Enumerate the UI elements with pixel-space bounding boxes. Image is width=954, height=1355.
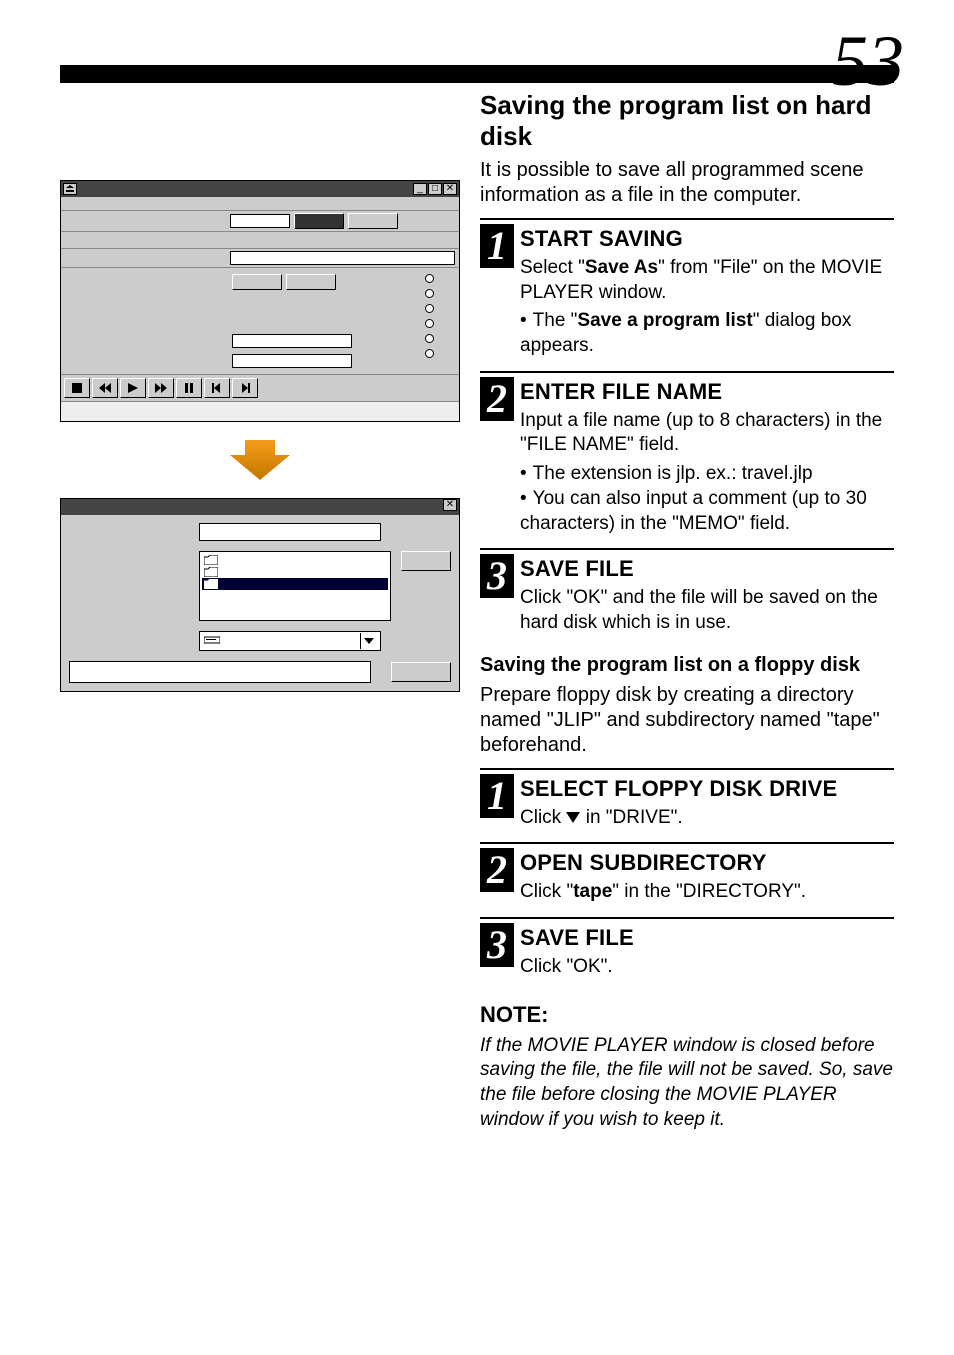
pause-icon[interactable] [176,378,202,398]
mp-radio[interactable] [425,304,434,313]
dir-item-selected[interactable] [202,578,388,590]
mp-input[interactable] [230,214,290,228]
mp-radio[interactable] [425,334,434,343]
drive-icon [204,635,220,648]
note-body: If the MOVIE PLAYER window is closed bef… [480,1034,894,1133]
folder-icon [204,579,218,589]
bold-term: tape [573,881,612,902]
minimize-icon[interactable]: _ [413,183,427,195]
step-block: 3 SAVE FILE Click "OK". [480,917,894,980]
top-black-bar [60,65,894,83]
mp-menubar [61,197,459,211]
mp-radio-group [399,268,459,374]
stop-icon[interactable] [64,378,90,398]
floppy-intro: Prepare floppy disk by creating a direct… [480,683,894,758]
cancel-button[interactable] [391,662,451,682]
step-title: OPEN SUBDIRECTORY [520,850,894,876]
eject-icon[interactable] [63,183,77,195]
mp-field-label [61,211,226,231]
close-icon[interactable]: ✕ [443,499,457,511]
step-number: 1 [480,224,514,268]
step-bullet: The extension is jlp. ex.: travel.jlp [520,462,894,487]
dir-item[interactable] [202,566,388,578]
directory-list[interactable] [199,551,391,621]
chevron-down-icon[interactable] [360,633,376,649]
left-column: _ □ ✕ [60,180,460,692]
file-name-input[interactable] [199,523,381,541]
mp-transport-bar [61,374,459,401]
dir-item[interactable] [202,554,388,566]
drive-label [69,635,189,647]
mp-scene-btn[interactable] [286,274,336,290]
movie-player-window: _ □ ✕ [60,180,460,422]
mp-scene-mid [226,268,399,374]
step-body: Click "OK" and the file will be saved on… [520,586,894,635]
step-body: Input a file name (up to 8 characters) i… [520,409,894,458]
mp-radio[interactable] [425,349,434,358]
maximize-icon[interactable]: □ [428,183,442,195]
right-column: Saving the program list on hard disk It … [480,90,894,1132]
mp-scene-out[interactable] [232,354,352,368]
step-back-icon[interactable] [204,378,230,398]
memo-input[interactable] [69,661,371,683]
step-block: 2 ENTER FILE NAME Input a file name (up … [480,371,894,536]
mp-button[interactable] [348,213,398,229]
step-title: START SAVING [520,226,894,252]
mp-titlebar: _ □ ✕ [61,181,459,197]
step-body: Click in "DRIVE". [520,806,894,831]
mp-scene-btn[interactable] [232,274,282,290]
step-bullet: The "Save a program list" dialog box app… [520,309,894,358]
step-title: ENTER FILE NAME [520,379,894,405]
mp-radio[interactable] [425,274,434,283]
mp-dark-button[interactable] [294,213,344,229]
step-body: Click "tape" in the "DIRECTORY". [520,880,894,905]
intro-text: It is possible to save all programmed sc… [480,158,894,208]
ok-button[interactable] [401,551,451,571]
drive-dropdown[interactable] [199,631,381,651]
step-title: SAVE FILE [520,925,894,951]
mp-radio[interactable] [425,319,434,328]
mp-radio[interactable] [425,289,434,298]
play-icon[interactable] [120,378,146,398]
step-block: 2 OPEN SUBDIRECTORY Click "tape" in the … [480,842,894,905]
fastforward-icon[interactable] [148,378,174,398]
folder-icon [204,567,218,577]
section-heading: Saving the program list on hard disk [480,90,894,152]
step-body: Click "OK". [520,955,894,980]
step-body: Select "Save As" from "File" on the MOVI… [520,256,894,305]
step-title: SELECT FLOPPY DISK DRIVE [520,776,894,802]
save-dialog: ✕ [60,498,460,692]
bold-term: Save As [585,257,658,278]
step-number: 1 [480,774,514,818]
arrow-down-icon [230,440,290,480]
directory-label [69,551,189,563]
step-block: 3 SAVE FILE Click "OK" and the file will… [480,548,894,635]
rewind-icon[interactable] [92,378,118,398]
save-dialog-title: ✕ [61,499,459,515]
note-heading: NOTE: [480,1002,894,1028]
floppy-heading: Saving the program list on a floppy disk [480,654,894,677]
step-number: 2 [480,848,514,892]
folder-icon [204,555,218,565]
close-icon[interactable]: ✕ [443,183,457,195]
bold-term: Save a program list [577,310,752,331]
step-number: 3 [480,923,514,967]
file-name-label [69,523,189,535]
triangle-down-icon [566,812,580,823]
mp-statusbar [61,401,459,421]
step-block: 1 START SAVING Select "Save As" from "Fi… [480,218,894,359]
step-block: 1 SELECT FLOPPY DISK DRIVE Click in "DRI… [480,768,894,831]
step-number: 3 [480,554,514,598]
mp-scene-in[interactable] [232,334,352,348]
mp-long-input[interactable] [230,251,455,265]
step-bullet: You can also input a comment (up to 30 c… [520,487,894,536]
step-title: SAVE FILE [520,556,894,582]
mp-scene-left [61,268,226,374]
step-number: 2 [480,377,514,421]
step-fwd-icon[interactable] [232,378,258,398]
